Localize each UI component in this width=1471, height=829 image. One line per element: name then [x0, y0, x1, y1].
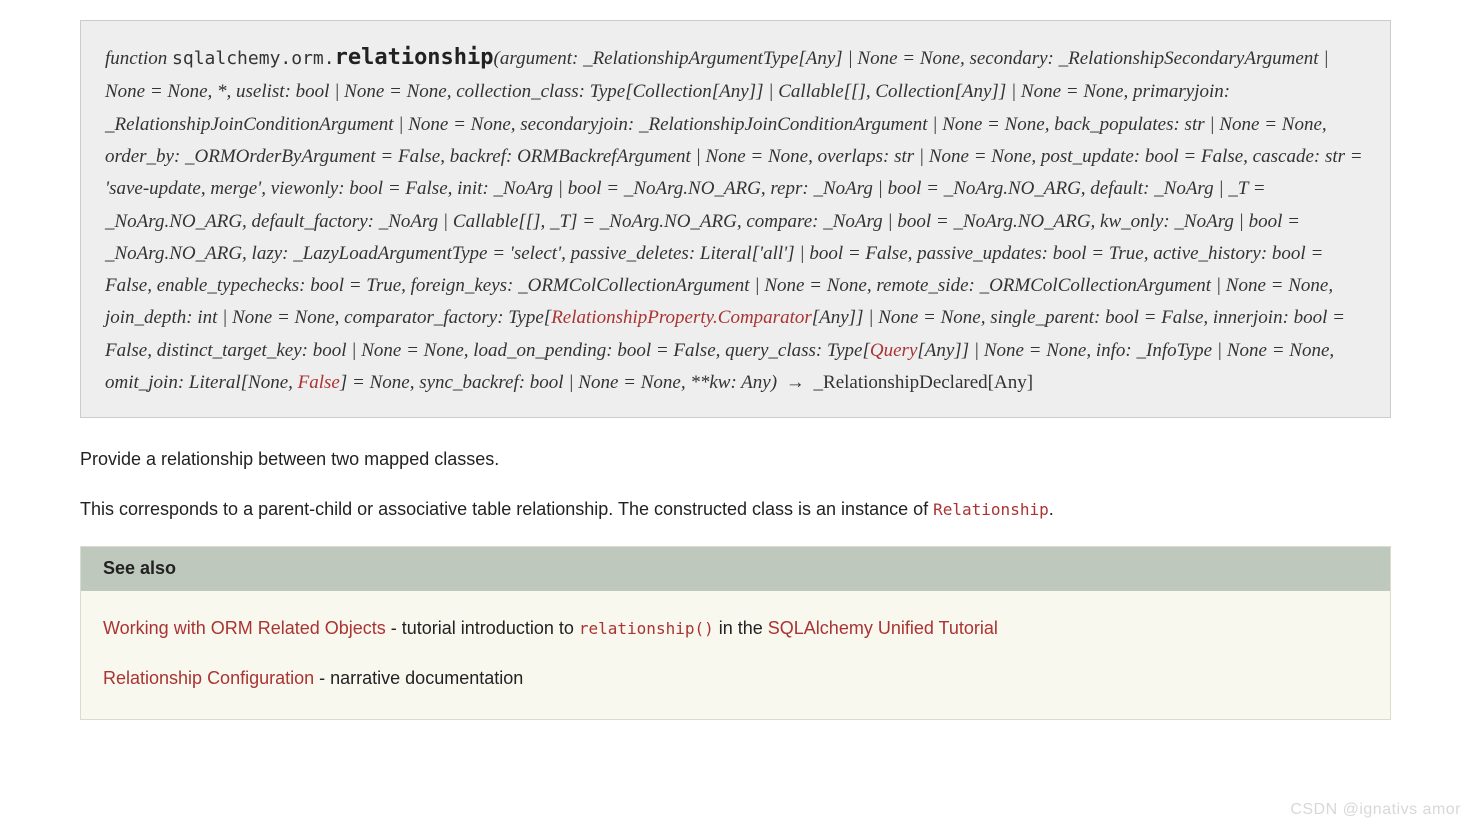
see-also-box: See also Working with ORM Related Object… — [80, 546, 1391, 720]
description-para-2-text-b: . — [1049, 499, 1054, 519]
signature-prefix: function — [105, 48, 172, 69]
description-para-1: Provide a relationship between two mappe… — [80, 446, 1391, 474]
function-signature: function sqlalchemy.orm.relationship(arg… — [80, 20, 1391, 418]
signature-name: relationship — [335, 45, 494, 70]
doc-page: function sqlalchemy.orm.relationship(arg… — [0, 0, 1471, 760]
watermark: CSDN @ignativs amor — [1290, 798, 1461, 823]
description-para-2-text-a: This corresponds to a parent-child or as… — [80, 499, 933, 519]
see-also-item-2-text: - narrative documentation — [314, 668, 523, 688]
code-relationship-call: relationship() — [579, 619, 714, 638]
signature-return-type: _RelationshipDeclared[Any] — [814, 372, 1033, 393]
link-relationship-configuration[interactable]: Relationship Configuration — [103, 668, 314, 688]
signature-module: sqlalchemy.orm. — [172, 48, 335, 69]
see-also-item-1-text-a: - tutorial introduction to — [386, 618, 579, 638]
see-also-title: See also — [81, 547, 1390, 591]
see-also-item-1-text-b: in the — [714, 618, 768, 638]
link-working-with-orm-related-objects[interactable]: Working with ORM Related Objects — [103, 618, 386, 638]
link-false[interactable]: False — [298, 372, 340, 393]
code-relationship-class: Relationship — [933, 500, 1049, 519]
description-block: Provide a relationship between two mappe… — [80, 446, 1391, 524]
see-also-item-2: Relationship Configuration - narrative d… — [103, 665, 1368, 693]
arrow-icon: → — [782, 372, 809, 393]
see-also-item-1: Working with ORM Related Objects - tutor… — [103, 615, 1368, 643]
signature-params-part1: (argument: _RelationshipArgumentType[Any… — [105, 48, 1363, 328]
link-sqlalchemy-unified-tutorial[interactable]: SQLAlchemy Unified Tutorial — [768, 618, 998, 638]
description-para-2: This corresponds to a parent-child or as… — [80, 496, 1391, 524]
link-query[interactable]: Query — [870, 340, 917, 361]
link-relationshipproperty-comparator[interactable]: RelationshipProperty.Comparator — [551, 307, 812, 328]
see-also-body: Working with ORM Related Objects - tutor… — [81, 591, 1390, 719]
signature-params-part4: ] = None, sync_backref: bool | None = No… — [340, 372, 777, 393]
